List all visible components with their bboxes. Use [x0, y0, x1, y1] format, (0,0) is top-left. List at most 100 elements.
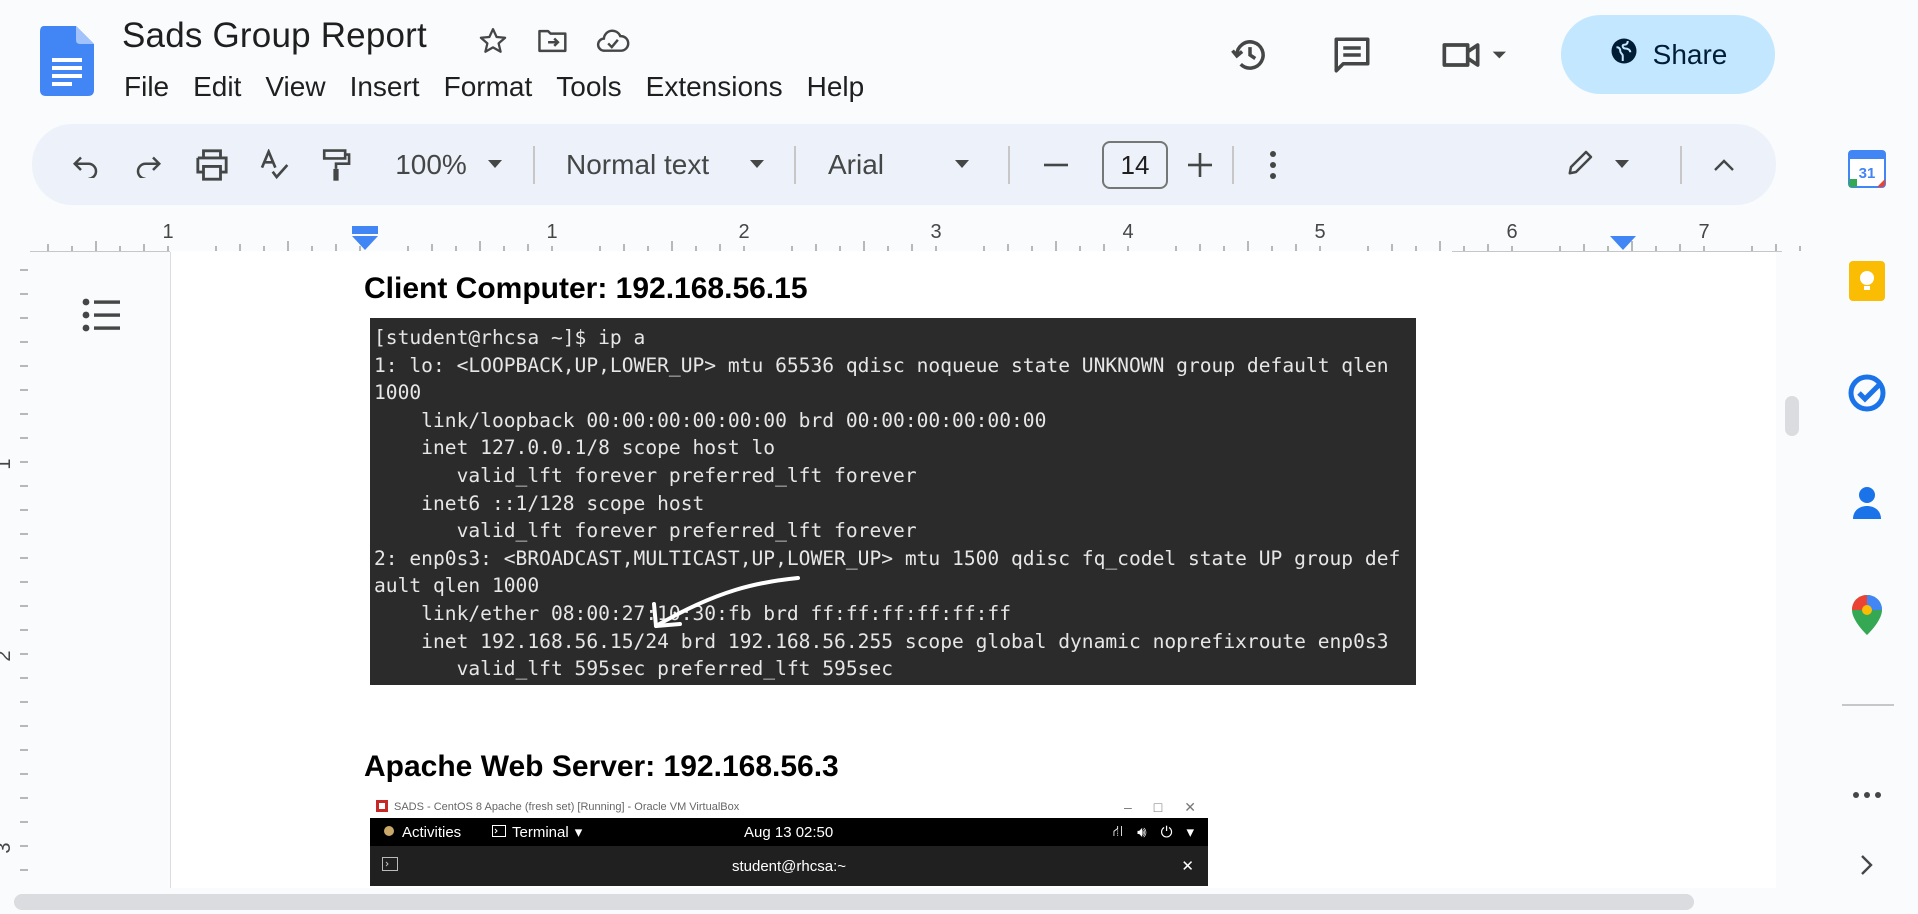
menu-format[interactable]: Format [432, 68, 545, 106]
activities-label: Activities [402, 823, 462, 841]
virtualbox-icon [376, 799, 388, 815]
decrease-font-size-button[interactable] [1036, 124, 1076, 205]
terminal-line: ault qlen 1000 [374, 574, 540, 598]
share-label: Share [1652, 38, 1728, 70]
terminal-line: [student@rhcsa ~]$ ip a [374, 326, 646, 349]
virtualbox-screenshot[interactable]: SADS - CentOS 8 Apache (fresh set) [Runn… [370, 796, 1208, 888]
contacts-icon[interactable] [1844, 480, 1890, 526]
collapse-toolbar-icon[interactable] [1704, 124, 1744, 205]
terminal-app-icon [492, 824, 506, 841]
ruler-label: 6 [1506, 221, 1517, 243]
close-icon: ✕ [1184, 799, 1196, 815]
ruler-label: 1 [546, 221, 557, 243]
menu-edit[interactable]: Edit [181, 68, 253, 106]
terminal-line: 2: enp0s3: <BROADCAST,MULTICAST,UP,LOWER… [374, 546, 1401, 570]
editing-mode-select[interactable] [1558, 124, 1638, 205]
calendar-icon[interactable]: 31 [1844, 146, 1890, 192]
comments-icon[interactable] [1326, 32, 1378, 78]
docs-logo[interactable] [40, 26, 94, 96]
redo-icon[interactable] [128, 124, 168, 205]
heading-client-computer[interactable]: Client Computer: 192.168.56.15 [364, 272, 808, 306]
chevron-down-icon: ▾ [574, 824, 583, 841]
style-value: Normal text [566, 148, 710, 180]
menu-help[interactable]: Help [795, 68, 877, 106]
menu-extensions[interactable]: Extensions [634, 68, 795, 106]
version-history-icon[interactable] [1224, 32, 1276, 78]
move-folder-icon[interactable] [534, 22, 572, 60]
left-indent-marker[interactable] [352, 236, 378, 250]
chevron-down-icon [487, 156, 503, 174]
terminal-line: valid_lft forever preferred_lft forever [374, 519, 917, 543]
maximize-icon: □ [1153, 799, 1163, 815]
document-canvas[interactable]: Client Computer: 192.168.56.15 [student@… [30, 252, 1776, 888]
meet-icon[interactable] [1434, 32, 1518, 78]
gnome-topbar: Activities Terminal ▾ Aug 13 02:50 ⛙ 🔊︎ … [370, 818, 1208, 846]
document-outline-icon[interactable] [82, 298, 122, 337]
menu-file[interactable]: File [112, 68, 181, 106]
handwritten-arrow [652, 576, 800, 628]
ruler-label: 2 [738, 221, 749, 243]
minimize-icon: – [1124, 799, 1132, 815]
side-panel-divider [1842, 704, 1894, 706]
menu-insert[interactable]: Insert [338, 68, 432, 106]
google-docs-window: { "app": { "doc_title": "Sads Group Repo… [0, 0, 1918, 914]
chevron-down-icon [749, 156, 765, 174]
calendar-day: 31 [1859, 165, 1876, 182]
terminal-line: valid_lft forever preferred_lft forever [374, 463, 917, 487]
terminal-line: 1: lo: <LOOPBACK,UP,LOWER_UP> mtu 65536 … [374, 353, 1389, 377]
vertical-scrollbar[interactable] [1785, 396, 1799, 436]
font-size-input[interactable]: 14 [1102, 141, 1168, 189]
ruler-label: 3 [0, 842, 15, 853]
share-button[interactable]: Share [1561, 15, 1775, 94]
terminal-line: link/ether 08:00:27:10:30:fb brd ff:ff:f… [374, 601, 1012, 625]
more-apps-icon[interactable] [1844, 772, 1890, 818]
maps-icon[interactable] [1844, 592, 1890, 638]
first-line-indent-marker[interactable] [352, 226, 378, 234]
ruler-label: 7 [1698, 221, 1709, 243]
volume-icon: 🔊︎ [1137, 823, 1147, 841]
horizontal-ruler[interactable]: 1 1 2 3 4 5 6 7 [30, 214, 1810, 252]
tasks-icon[interactable] [1844, 370, 1890, 416]
toolbar-divider [533, 146, 535, 184]
horizontal-scrollbar[interactable] [14, 894, 1694, 910]
toolbar-divider [794, 146, 796, 184]
vbox-titlebar: SADS - CentOS 8 Apache (fresh set) [Runn… [370, 796, 1208, 818]
undo-icon[interactable] [66, 124, 106, 205]
style-select[interactable]: Normal text [562, 124, 798, 205]
zoom-value: 100% [395, 148, 467, 180]
menu-view[interactable]: View [253, 68, 337, 106]
terminal-line: inet 127.0.0.1/8 scope host lo [374, 436, 776, 460]
terminal-line: valid_lft 595sec preferred_lft 595sec [374, 657, 894, 681]
increase-font-size-button[interactable] [1180, 124, 1220, 205]
toolbar-divider [1680, 146, 1682, 184]
document-title[interactable]: Sads Group Report [122, 16, 427, 56]
heading-apache-server[interactable]: Apache Web Server: 192.168.56.3 [364, 750, 839, 784]
terminal-screenshot[interactable]: [student@rhcsa ~]$ ip a 1: lo: <LOOPBACK… [370, 318, 1416, 685]
chevron-down-icon [954, 156, 970, 174]
pencil-icon [1566, 147, 1596, 182]
print-icon[interactable] [190, 124, 234, 205]
menu-tools[interactable]: Tools [544, 68, 633, 106]
vertical-ruler[interactable]: 1 2 3 [0, 252, 30, 895]
toolbar-divider [1232, 146, 1234, 184]
side-panel: 31 [1818, 0, 1918, 914]
terminal-line: 1000 [374, 381, 422, 405]
expand-panel-icon[interactable] [1844, 842, 1890, 888]
star-icon[interactable] [474, 22, 512, 60]
ruler-label: 1 [162, 221, 173, 243]
ruler-label: 2 [0, 650, 15, 661]
cloud-status-icon[interactable] [594, 22, 632, 60]
ruler-label: 5 [1314, 221, 1325, 243]
font-select[interactable]: Arial [824, 124, 1014, 205]
spellcheck-icon[interactable] [254, 124, 294, 205]
font-value: Arial [828, 148, 885, 180]
document-page[interactable]: Client Computer: 192.168.56.15 [student@… [170, 252, 1776, 888]
keep-icon[interactable] [1844, 258, 1890, 304]
paint-format-icon[interactable] [316, 124, 356, 205]
zoom-select[interactable]: 100% [384, 124, 514, 205]
chevron-down-icon: ▾ [1186, 824, 1194, 841]
close-icon: ✕ [1181, 858, 1194, 875]
more-options-icon[interactable] [1256, 124, 1290, 205]
globe-icon [1609, 36, 1639, 73]
network-icon: ⛙ [1112, 822, 1124, 840]
